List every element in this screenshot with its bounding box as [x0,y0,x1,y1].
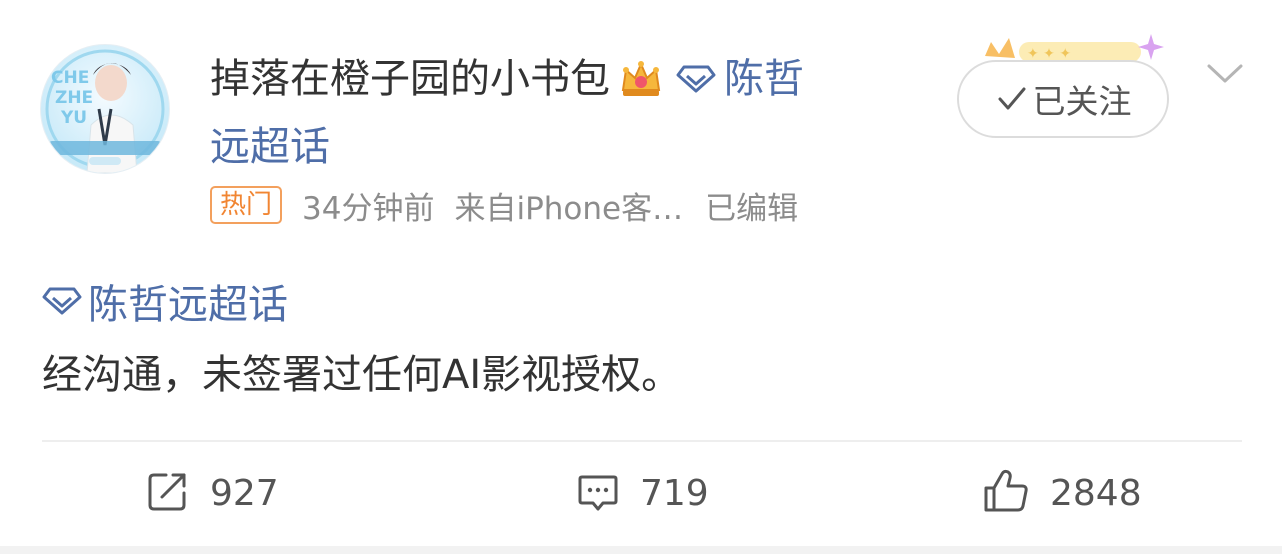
comment-button[interactable]: 719 [576,464,709,522]
supertopic-link[interactable]: 陈哲 [724,50,804,108]
repost-icon [146,469,190,517]
username-line: 掉落在橙子园的小书包 陈哲 [210,50,804,108]
like-button[interactable]: 2848 [982,464,1142,522]
weibo-post-card: CHE ZHE YU 掉落在橙子园的小书包 陈哲 远超话 热门 34分钟前 来自… [0,0,1282,554]
avatar-image: CHE ZHE YU [41,45,169,173]
follow-label: 已关注 [1032,82,1132,121]
username[interactable]: 掉落在橙子园的小书包 [210,50,610,108]
separator-strip [0,546,1282,554]
svg-text:ZHE: ZHE [55,88,93,108]
thumbs-up-icon [982,468,1030,518]
repost-count: 927 [210,472,279,514]
supertopic-diamond-icon [42,286,82,316]
avatar-text: CHE [51,68,89,88]
post-body-text: 经沟通，未签署过任何AI影视授权。 [42,352,682,398]
post-topic-link[interactable]: 陈哲远超话 [42,272,288,330]
edited-label[interactable]: 已编辑 [705,183,798,228]
avatar[interactable]: CHE ZHE YU [40,44,170,174]
comment-count: 719 [640,472,709,514]
follow-button[interactable]: 已关注 [957,60,1169,138]
repost-button[interactable]: 927 [146,464,279,522]
divider [42,440,1242,442]
crown-icon[interactable] [618,56,664,102]
supertopic-diamond-icon [676,64,716,94]
post-time: 34分钟前 [302,190,435,227]
post-topic-label: 陈哲远超话 [88,282,288,328]
post-source: 来自iPhone客… [454,190,684,227]
check-icon [995,84,1029,114]
chevron-down-icon[interactable] [1204,56,1246,90]
supertopic-link-continued[interactable]: 远超话 [210,118,330,176]
like-count: 2848 [1050,472,1142,514]
post-meta: 热门 34分钟前 来自iPhone客… 已编辑 [210,183,798,228]
hot-badge: 热门 [210,186,283,224]
svg-text:YU: YU [60,108,87,128]
comment-icon [576,469,620,517]
